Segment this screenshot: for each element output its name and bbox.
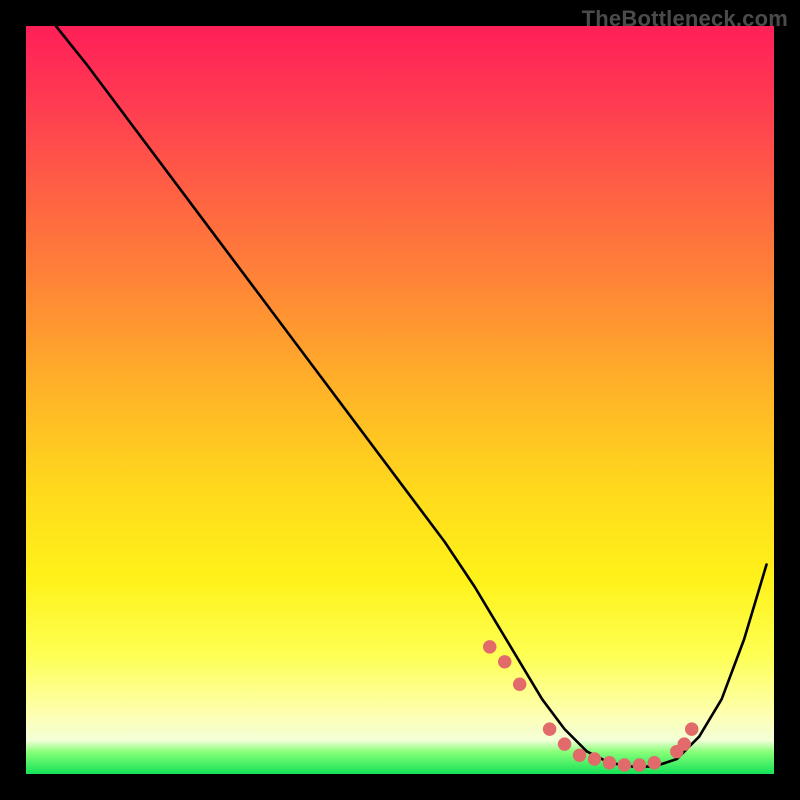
marker-dot	[678, 737, 691, 750]
marker-dot	[618, 758, 631, 771]
marker-dot	[513, 678, 526, 691]
marker-dot	[648, 756, 661, 769]
marker-dot	[558, 737, 571, 750]
marker-dot	[603, 756, 616, 769]
marker-dot	[498, 655, 511, 668]
chart-svg	[26, 26, 774, 774]
marker-dot	[633, 758, 646, 771]
marker-dot	[573, 749, 586, 762]
marker-dot	[543, 722, 556, 735]
marker-dot	[685, 722, 698, 735]
marker-dot	[483, 640, 496, 653]
marker-dot	[588, 752, 601, 765]
chart-stage: TheBottleneck.com	[0, 0, 800, 800]
curve-line	[56, 26, 767, 767]
